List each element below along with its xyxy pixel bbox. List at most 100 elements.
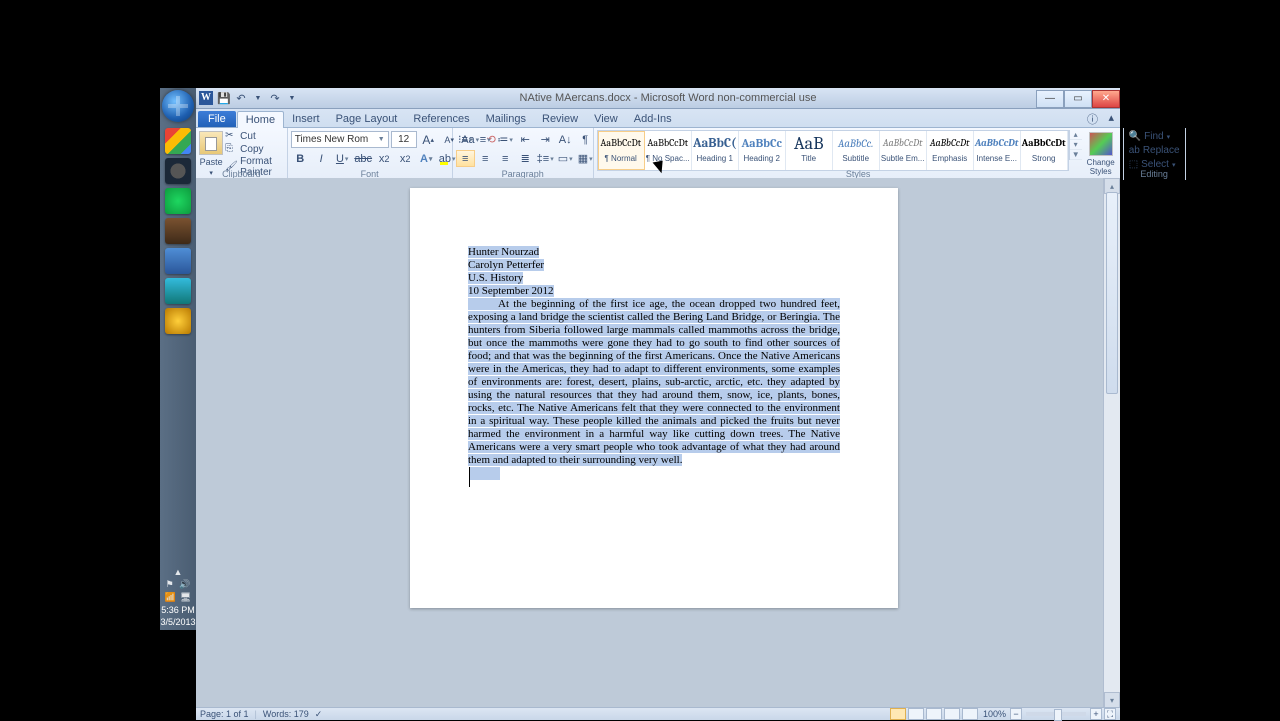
scroll-down-icon[interactable]: ▾ xyxy=(1104,692,1120,708)
bold-button[interactable]: B xyxy=(291,150,310,167)
body-paragraph[interactable]: At the beginning of the first ice age, t… xyxy=(468,298,840,466)
outline-view[interactable] xyxy=(944,708,960,720)
style---no-spac---[interactable]: AaBbCcDt¶ No Spac... xyxy=(645,131,692,170)
minecraft-icon[interactable] xyxy=(165,218,191,244)
redo-icon[interactable]: ↷ xyxy=(267,90,283,106)
tab-add-ins[interactable]: Add-Ins xyxy=(626,111,680,127)
increase-indent-button[interactable]: ⇥ xyxy=(536,131,555,148)
close-button[interactable]: ✕ xyxy=(1092,90,1120,108)
ribbon-tabs: File HomeInsertPage LayoutReferencesMail… xyxy=(196,109,1120,128)
justify-button[interactable]: ≣ xyxy=(516,150,535,167)
subscript-button[interactable]: x2 xyxy=(375,150,394,167)
underline-button[interactable]: U▾ xyxy=(333,150,352,167)
align-right-button[interactable]: ≡ xyxy=(496,150,515,167)
style-heading-1[interactable]: AaBbC(Heading 1 xyxy=(692,131,739,170)
superscript-button[interactable]: x2 xyxy=(396,150,415,167)
page-status[interactable]: Page: 1 of 1 xyxy=(200,709,249,719)
header-line[interactable]: Carolyn Petterfer xyxy=(468,259,840,272)
undo-icon[interactable]: ↶ xyxy=(233,90,249,106)
word-app-icon[interactable] xyxy=(199,91,213,105)
start-orb[interactable] xyxy=(162,90,194,122)
zoom-in-button[interactable]: + xyxy=(1090,708,1102,720)
align-center-button[interactable]: ≡ xyxy=(476,150,495,167)
scroll-thumb[interactable] xyxy=(1106,192,1118,394)
style---normal[interactable]: AaBbCcDt¶ Normal xyxy=(598,131,645,170)
zoom-out-button[interactable]: − xyxy=(1010,708,1022,720)
bullets-button[interactable]: ⁝≡▾ xyxy=(456,131,475,148)
style-subtle-em---[interactable]: AaBbCcDtSubtle Em... xyxy=(880,131,927,170)
numbering-button[interactable]: ≡▾ xyxy=(476,131,495,148)
document-area[interactable]: Hunter NourzadCarolyn PetterferU.S. Hist… xyxy=(196,178,1120,708)
tab-view[interactable]: View xyxy=(586,111,626,127)
find-button[interactable]: 🔍Find▾ xyxy=(1127,130,1182,143)
header-line[interactable]: U.S. History xyxy=(468,272,840,285)
font-name-combo[interactable]: Times New Rom▼ xyxy=(291,131,389,148)
text-effects-button[interactable]: A▾ xyxy=(417,150,436,167)
cut-button[interactable]: ✂Cut xyxy=(223,130,284,142)
proofing-icon[interactable]: ✓ xyxy=(315,709,323,720)
header-line[interactable]: Hunter Nourzad xyxy=(468,246,840,259)
style-emphasis[interactable]: AaBbCcDtEmphasis xyxy=(927,131,974,170)
fullscreen-view[interactable] xyxy=(908,708,924,720)
borders-button[interactable]: ▦▾ xyxy=(576,150,595,167)
grow-font-button[interactable]: A▴ xyxy=(419,131,438,148)
style-heading-2[interactable]: AaBbCcHeading 2 xyxy=(739,131,786,170)
decrease-indent-button[interactable]: ⇤ xyxy=(516,131,535,148)
style-gallery[interactable]: AaBbCcDt¶ NormalAaBbCcDt¶ No Spac...AaBb… xyxy=(597,130,1069,171)
undo-menu-icon[interactable]: ▼ xyxy=(250,90,266,106)
replace-button[interactable]: abReplace xyxy=(1127,144,1182,157)
tab-page-layout[interactable]: Page Layout xyxy=(328,111,406,127)
minimize-ribbon-icon[interactable]: ▴ xyxy=(1108,111,1114,124)
strike-button[interactable]: abc xyxy=(354,150,373,167)
tab-mailings[interactable]: Mailings xyxy=(478,111,534,127)
help-icon[interactable]: ⓘ xyxy=(1087,111,1098,127)
paragraph-group: ⁝≡▾ ≡▾ ≔▾ ⇤ ⇥ A↓ ¶ ≡ ≡ ≡ ≣ ‡≡▾ ▭▾ ▦▾ xyxy=(453,128,594,180)
steam-icon[interactable] xyxy=(165,158,191,184)
teamspeak-icon[interactable] xyxy=(165,278,191,304)
word-icon[interactable] xyxy=(165,248,191,274)
vertical-scrollbar[interactable]: ▴ ▾ xyxy=(1103,178,1120,708)
print-layout-view[interactable] xyxy=(890,708,906,720)
save-icon[interactable]: 💾 xyxy=(216,90,232,106)
clock-time[interactable]: 5:36 PM xyxy=(160,604,196,616)
window-title: NAtive MAercans.docx - Microsoft Word no… xyxy=(300,92,1036,104)
italic-button[interactable]: I xyxy=(312,150,331,167)
copy-button[interactable]: ⎘Copy xyxy=(223,143,284,155)
shading-button[interactable]: ▭▾ xyxy=(556,150,575,167)
line-spacing-button[interactable]: ‡≡▾ xyxy=(536,150,555,167)
media-icon[interactable] xyxy=(165,308,191,334)
draft-view[interactable] xyxy=(962,708,978,720)
clipboard-group: Paste ▾ ✂Cut ⎘Copy 🖌Format Painter Clipb… xyxy=(196,128,288,180)
word-count[interactable]: Words: 179 xyxy=(263,709,309,719)
maximize-button[interactable]: ▭ xyxy=(1064,90,1092,108)
tab-references[interactable]: References xyxy=(405,111,477,127)
windows-taskbar: ▲ ⚑🔊 📶🖥 5:36 PM 3/5/2013 xyxy=(160,88,196,630)
header-line[interactable]: 10 September 2012 xyxy=(468,285,840,298)
file-tab[interactable]: File xyxy=(198,111,236,127)
show-marks-button[interactable]: ¶ xyxy=(576,131,595,148)
font-size-combo[interactable]: 12 xyxy=(391,131,417,148)
chrome-icon[interactable] xyxy=(165,128,191,154)
gallery-scrollbar[interactable]: ▴▾▼ xyxy=(1069,130,1082,160)
style-subtitle[interactable]: AaBbCc.Subtitle xyxy=(833,131,880,170)
tab-insert[interactable]: Insert xyxy=(284,111,328,127)
style-title[interactable]: AaBTitle xyxy=(786,131,833,170)
style-intense-e---[interactable]: AaBbCcDtIntense E... xyxy=(974,131,1021,170)
zoom-fit-button[interactable]: ⛶ xyxy=(1104,708,1116,720)
web-layout-view[interactable] xyxy=(926,708,942,720)
spotify-icon[interactable] xyxy=(165,188,191,214)
clock-date[interactable]: 3/5/2013 xyxy=(160,616,196,628)
zoom-level[interactable]: 100% xyxy=(983,709,1006,719)
qat-customize-icon[interactable]: ▼ xyxy=(284,90,300,106)
tab-review[interactable]: Review xyxy=(534,111,586,127)
page[interactable]: Hunter NourzadCarolyn PetterferU.S. Hist… xyxy=(410,188,898,608)
tab-home[interactable]: Home xyxy=(237,111,284,128)
style-strong[interactable]: AaBbCcDtStrong xyxy=(1021,131,1068,170)
sort-button[interactable]: A↓ xyxy=(556,131,575,148)
zoom-slider[interactable] xyxy=(1026,712,1086,716)
title-bar: 💾 ↶ ▼ ↷ ▼ NAtive MAercans.docx - Microso… xyxy=(196,88,1120,109)
align-left-button[interactable]: ≡ xyxy=(456,150,475,167)
system-tray[interactable]: ▲ ⚑🔊 📶🖥 5:36 PM 3/5/2013 xyxy=(160,564,196,630)
multilevel-button[interactable]: ≔▾ xyxy=(496,131,515,148)
minimize-button[interactable]: — xyxy=(1036,90,1064,108)
